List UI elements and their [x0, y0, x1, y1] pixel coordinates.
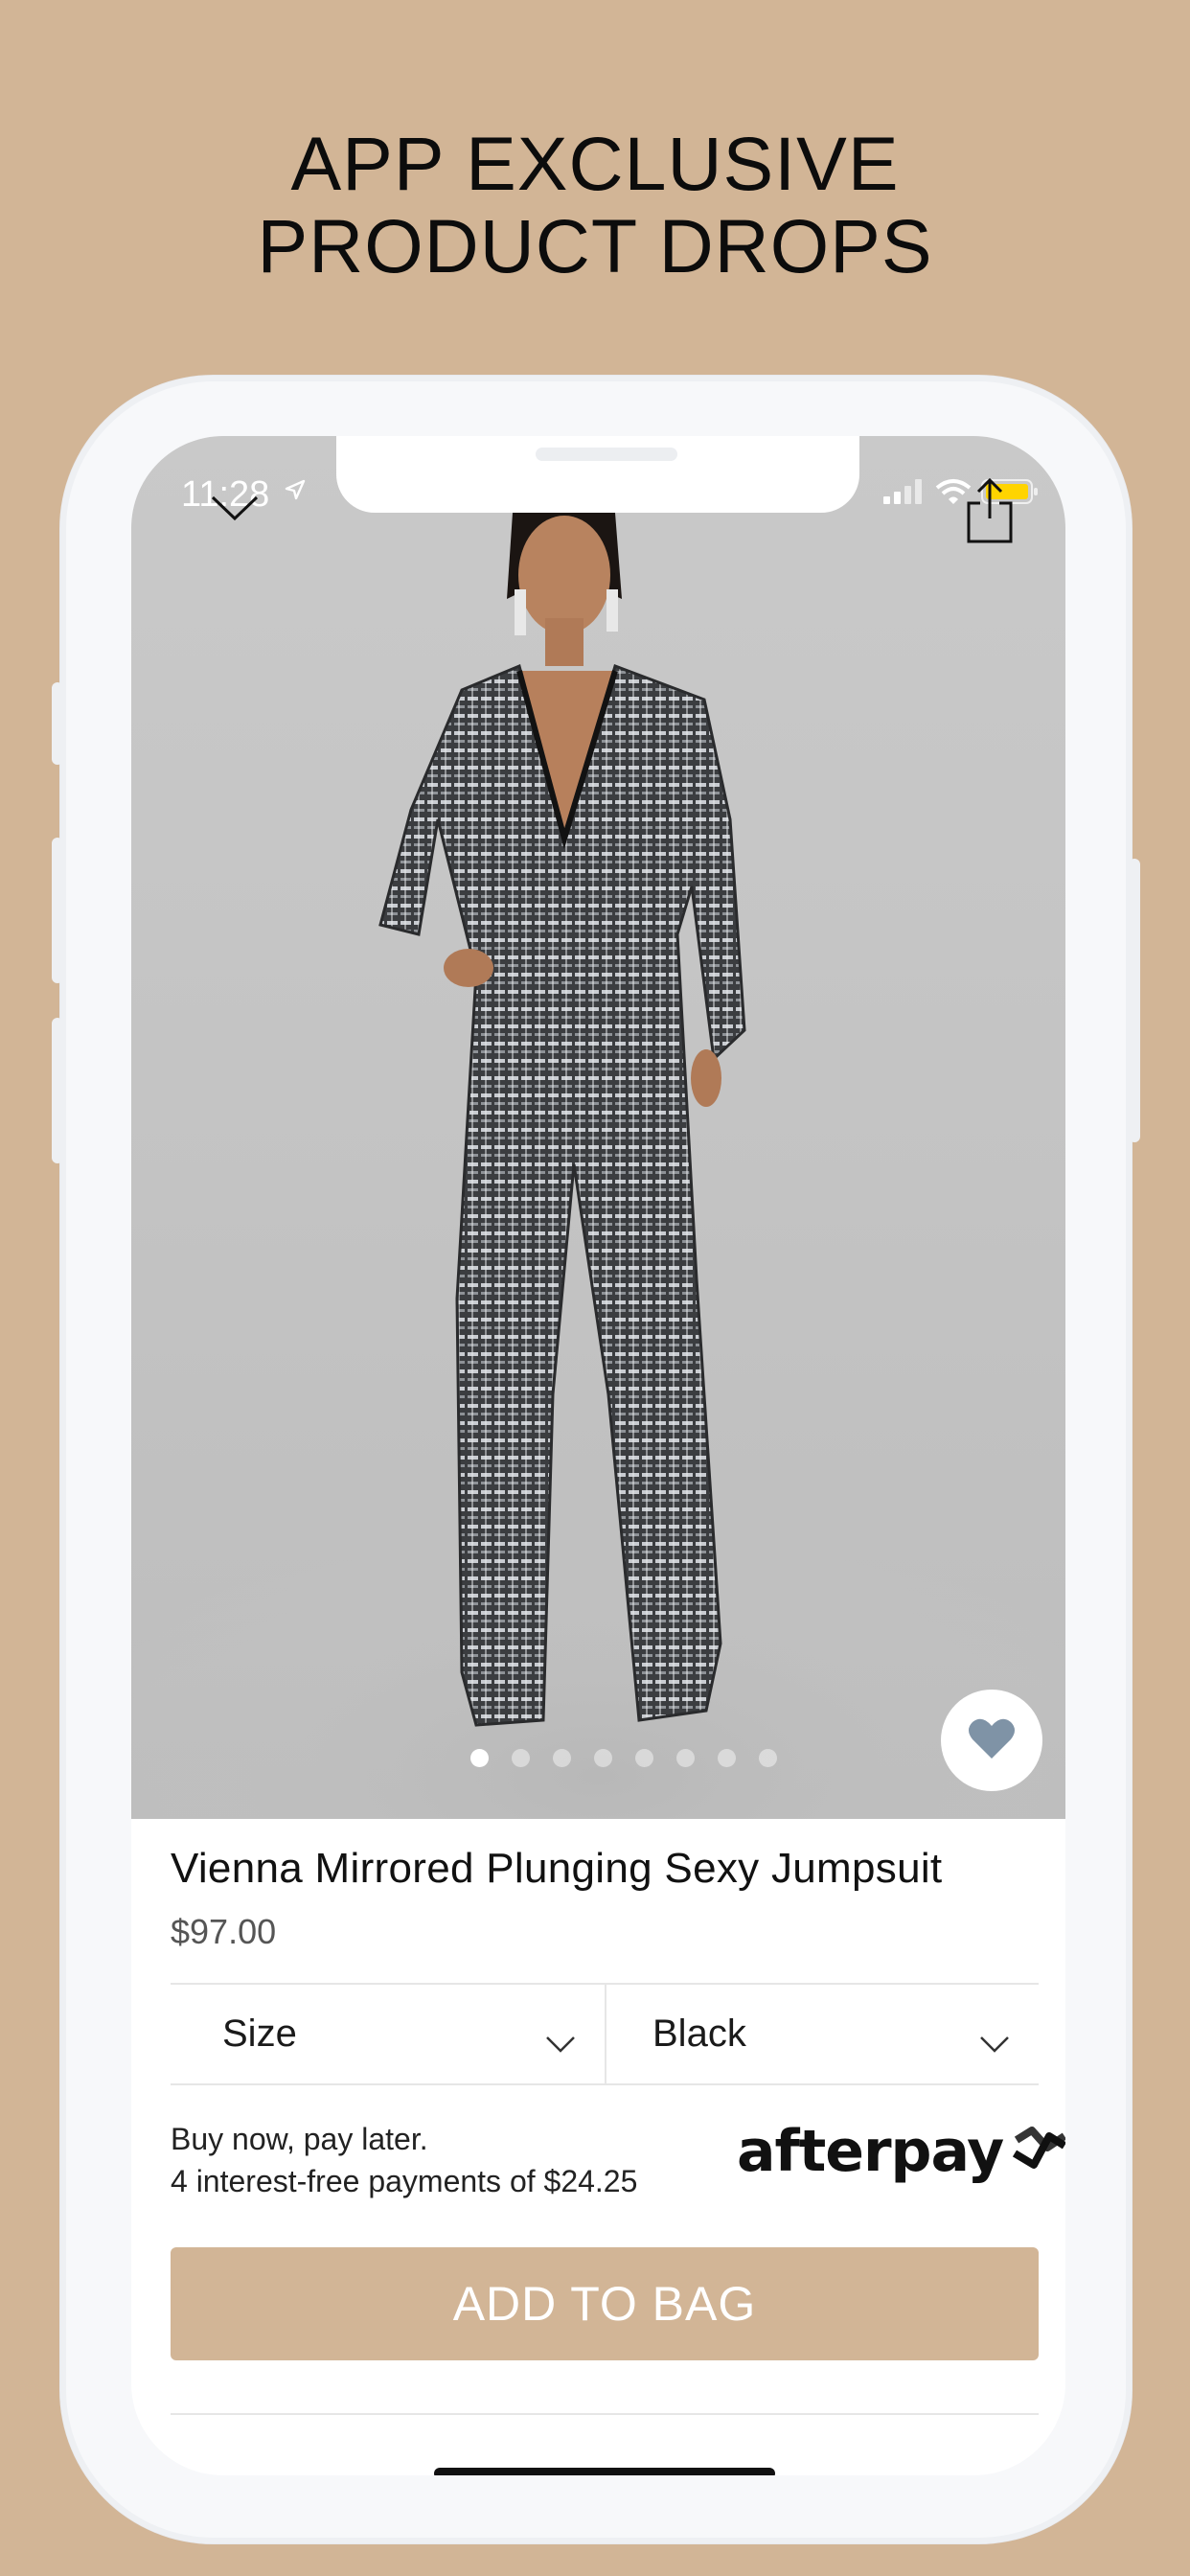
size-label: Size [222, 2012, 297, 2055]
afterpay-info: Buy now, pay later. 4 interest-free paym… [171, 2118, 637, 2202]
pagination-dot[interactable] [512, 1749, 530, 1767]
app-screen: 11:28 Vienna Mirrored Plunging Sexy Jump… [131, 436, 1065, 2475]
notch-speaker [536, 448, 677, 461]
phone-power-button [1129, 859, 1140, 1142]
product-price: $97.00 [171, 1912, 277, 1951]
headline-line-2: PRODUCT DROPS [257, 203, 933, 288]
product-image[interactable]: 11:28 [131, 436, 1065, 1819]
color-label: Black [652, 2012, 746, 2055]
pagination-dot[interactable] [635, 1749, 653, 1767]
heart-icon [967, 1716, 1017, 1765]
afterpay-line-2: 4 interest-free payments of $24.25 [171, 2164, 638, 2198]
phone-mute-switch [52, 682, 63, 765]
add-to-bag-button[interactable]: ADD TO BAG [171, 2247, 1039, 2360]
phone-volume-down [52, 1018, 63, 1163]
afterpay-logo[interactable]: afterpay [737, 2115, 1065, 2187]
pagination-dot[interactable] [676, 1749, 695, 1767]
color-dropdown[interactable]: Black [606, 1984, 1039, 2083]
pagination-dot[interactable] [594, 1749, 612, 1767]
signal-icon [883, 479, 926, 509]
promo-headline: APP EXCLUSIVE PRODUCT DROPS [0, 123, 1190, 288]
afterpay-logo-text: afterpay [737, 2117, 1004, 2185]
product-photo-illustration [131, 494, 1065, 1819]
size-dropdown[interactable]: Size [171, 1984, 605, 2083]
pagination-dot[interactable] [470, 1749, 489, 1767]
product-title: Vienna Mirrored Plunging Sexy Jumpsuit [171, 1845, 943, 1892]
phone-volume-up [52, 838, 63, 983]
chevron-down-icon [979, 2020, 1010, 2063]
afterpay-arrows-icon [1007, 2115, 1065, 2187]
favorite-button[interactable] [941, 1690, 1042, 1791]
phone-notch [336, 436, 859, 513]
image-pagination[interactable] [470, 1749, 777, 1767]
divider [171, 2413, 1039, 2415]
pagination-dot[interactable] [718, 1749, 736, 1767]
chevron-down-icon[interactable] [210, 494, 260, 527]
afterpay-line-1: Buy now, pay later. [171, 2122, 428, 2156]
headline-line-1: APP EXCLUSIVE [290, 121, 900, 206]
pagination-dot[interactable] [553, 1749, 571, 1767]
location-arrow-icon [283, 478, 308, 508]
pagination-dot[interactable] [759, 1749, 777, 1767]
chevron-down-icon [545, 2020, 576, 2063]
divider [171, 2083, 1039, 2085]
home-indicator[interactable] [434, 2468, 775, 2475]
share-icon[interactable] [963, 476, 1017, 550]
